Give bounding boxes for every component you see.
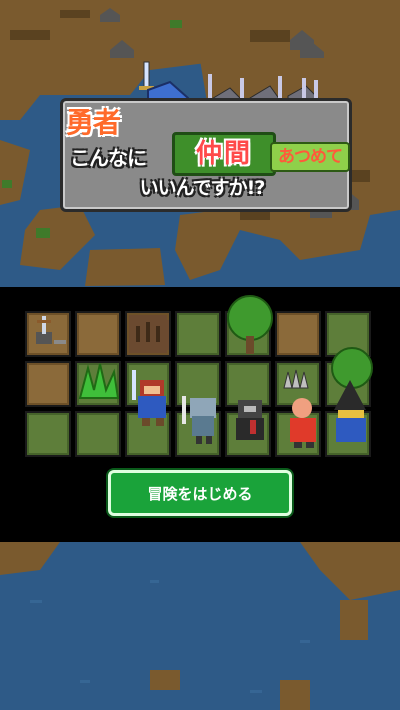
board-tile xyxy=(125,311,171,357)
board-tile xyxy=(25,311,71,357)
board-tile xyxy=(275,311,321,357)
board-tile xyxy=(225,411,271,457)
title-hero-text: 勇者 xyxy=(66,106,121,139)
board-tile xyxy=(75,411,121,457)
board-tile xyxy=(25,411,71,457)
game-title-logo: 勇者 こんなに 仲間 あつめて いいんですか!? xyxy=(60,60,352,212)
board-tile xyxy=(125,411,171,457)
board-tile xyxy=(175,311,221,357)
board-tile xyxy=(325,411,371,457)
board-tile xyxy=(275,361,321,407)
title-subtitle-text: いいんですか!? xyxy=(139,177,266,199)
title-nakama-text: 仲間 xyxy=(172,132,276,176)
board-tile xyxy=(75,361,121,407)
title-konnani-text: こんなに xyxy=(70,146,147,170)
board-tile xyxy=(125,361,171,407)
board-tile xyxy=(225,311,271,357)
board-tile xyxy=(325,311,371,357)
start-adventure-label: 冒険をはじめる xyxy=(147,484,253,503)
board-tile xyxy=(175,361,221,407)
start-adventure-button[interactable]: 冒険をはじめる xyxy=(108,470,292,516)
board-tile xyxy=(325,361,371,407)
board-tile xyxy=(175,411,221,457)
board-grid xyxy=(25,311,375,461)
board-tile xyxy=(275,411,321,457)
board-tile xyxy=(25,361,71,407)
board-tile xyxy=(225,361,271,407)
title-atsumete-text: あつめて xyxy=(270,142,350,172)
board-tile xyxy=(75,311,121,357)
